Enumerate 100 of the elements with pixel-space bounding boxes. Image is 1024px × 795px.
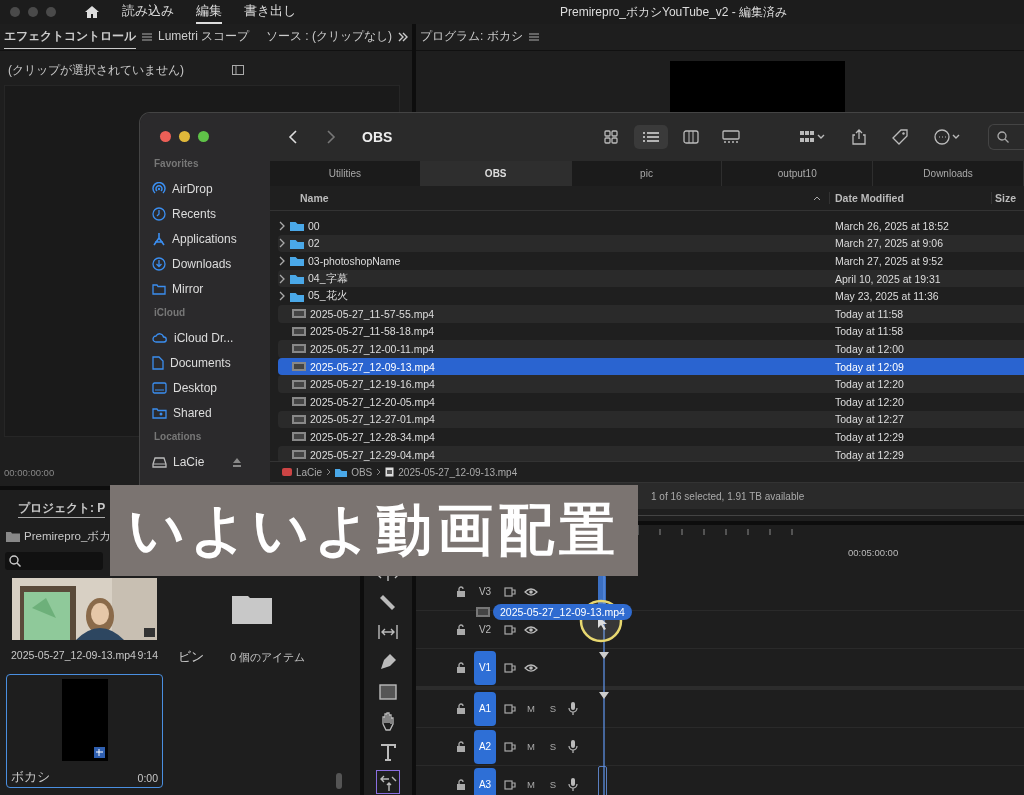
sequence-item[interactable]: ボカシ 0:00 bbox=[6, 674, 163, 788]
file-row[interactable]: 2025-05-27_12-27-01.mp4 Today at 12:27 bbox=[278, 410, 1024, 429]
solo-toggle[interactable]: S bbox=[546, 741, 560, 752]
sidebar-heading: iCloud bbox=[154, 307, 187, 320]
file-name: 2025-05-27_12-28-34.mp4 bbox=[310, 430, 435, 443]
mute-toggle[interactable]: M bbox=[524, 779, 538, 790]
date-modified: Today at 12:20 bbox=[834, 395, 904, 408]
workspace-tab[interactable]: 書き出し bbox=[244, 0, 296, 24]
window-title: Premirepro_ボカシYouTube_v2 - 編集済み bbox=[560, 3, 788, 21]
date-modified: Today at 12:27 bbox=[834, 413, 904, 426]
panel-tab[interactable]: プロジェクト: P bbox=[18, 501, 106, 518]
mute-toggle[interactable]: M bbox=[524, 741, 538, 752]
empty-selection-message: (クリップが選択されていません) bbox=[8, 61, 184, 79]
file-row[interactable]: 02 March 27, 2025 at 9:06 bbox=[278, 234, 1024, 253]
file-name: 2025-05-27_12-00-11.mp4 bbox=[310, 342, 435, 355]
item-duration: 0:00 bbox=[137, 771, 158, 784]
panel-tab[interactable]: エフェクトコントロール bbox=[4, 25, 136, 49]
date-modified: April 10, 2025 at 19:31 bbox=[834, 272, 941, 285]
sidebar-item[interactable]: Desktop bbox=[173, 380, 218, 395]
date-modified: Today at 12:29 bbox=[834, 430, 904, 443]
file-row[interactable]: 2025-05-27_11-58-18.mp4 Today at 11:58 bbox=[278, 322, 1024, 341]
date-modified: Today at 11:58 bbox=[834, 307, 904, 320]
solo-toggle[interactable]: S bbox=[546, 779, 560, 790]
date-modified: Today at 11:58 bbox=[834, 325, 904, 338]
track-target-toggle[interactable]: A1 bbox=[474, 691, 496, 726]
item-name: ビン bbox=[178, 649, 204, 666]
date-modified: Today at 12:20 bbox=[834, 378, 904, 391]
track-target-toggle[interactable]: A3 bbox=[474, 767, 496, 795]
file-name: 2025-05-27_12-29-04.mp4 bbox=[310, 448, 435, 461]
column-header[interactable]: Size bbox=[995, 192, 1016, 204]
file-row[interactable]: 2025-05-27_12-28-34.mp4 Today at 12:29 bbox=[278, 428, 1024, 446]
workspace-tab[interactable]: 読み込み bbox=[122, 0, 174, 24]
panel-tab[interactable]: Lumetri スコープ bbox=[158, 25, 250, 49]
column-header[interactable]: Date Modified bbox=[835, 192, 904, 204]
finder-tab[interactable]: output10 bbox=[722, 161, 874, 186]
track-target-toggle[interactable]: V3 bbox=[474, 574, 496, 609]
project-path: Premirepro_ボカ bbox=[24, 528, 112, 544]
file-row[interactable]: 04_字幕 April 10, 2025 at 19:31 bbox=[278, 269, 1024, 288]
date-modified: Today at 12:09 bbox=[834, 360, 904, 373]
clip-item[interactable]: 2025-05-27_12-09-13.mp49:14 bbox=[6, 576, 163, 668]
date-modified: Today at 12:00 bbox=[834, 342, 904, 355]
file-name: 00 bbox=[308, 219, 320, 232]
sidebar-item[interactable]: iCloud Dr... bbox=[174, 330, 234, 345]
sidebar-item[interactable]: Documents bbox=[170, 355, 231, 370]
finder-tab[interactable]: Utilities bbox=[270, 161, 421, 186]
sidebar-item[interactable]: Mirror bbox=[172, 281, 204, 296]
item-name: 2025-05-27_12-09-13.mp4 bbox=[11, 649, 136, 661]
sidebar-item[interactable]: Shared bbox=[173, 405, 212, 420]
date-modified: Today at 12:29 bbox=[834, 448, 904, 461]
caption-overlay: いよいよ動画配置 bbox=[110, 485, 638, 576]
file-row[interactable]: 2025-05-27_12-20-05.mp4 Today at 12:20 bbox=[278, 392, 1024, 411]
file-name: 02 bbox=[308, 237, 320, 250]
file-name: 04_字幕 bbox=[308, 271, 348, 286]
file-row[interactable]: 2025-05-27_12-19-16.mp4 Today at 12:20 bbox=[278, 375, 1024, 393]
file-row[interactable]: 05_花火 May 23, 2025 at 11:36 bbox=[278, 287, 1024, 305]
item-duration: 9:14 bbox=[137, 649, 158, 661]
sidebar-heading: Locations bbox=[154, 431, 203, 444]
sidebar-item[interactable]: LaCie bbox=[173, 454, 205, 469]
track-target-toggle[interactable]: A2 bbox=[474, 729, 496, 764]
ruler-timecode: 00:05:00:00 bbox=[848, 547, 899, 558]
track-target-toggle[interactable]: V2 bbox=[474, 612, 496, 647]
sidebar-item[interactable]: Applications bbox=[172, 231, 237, 246]
panel-tab[interactable]: ソース : (クリップなし) bbox=[266, 25, 392, 49]
sidebar-item[interactable]: Downloads bbox=[172, 256, 232, 271]
date-modified: May 23, 2025 at 11:36 bbox=[834, 290, 939, 303]
file-name: 2025-05-27_12-19-16.mp4 bbox=[310, 378, 435, 391]
bin-item[interactable]: ビン 0 個のアイテム bbox=[173, 576, 330, 668]
sidebar-item[interactable]: AirDrop bbox=[172, 181, 213, 196]
timecode: 00:00:00:00 bbox=[4, 467, 55, 478]
finder-tab[interactable]: OBS bbox=[420, 161, 572, 186]
file-row[interactable]: 2025-05-27_11-57-55.mp4 Today at 11:58 bbox=[278, 304, 1024, 323]
mute-toggle[interactable]: M bbox=[524, 703, 538, 714]
path-item[interactable]: LaCie bbox=[296, 466, 323, 478]
finder-tab[interactable]: pic bbox=[571, 161, 723, 186]
date-modified: March 27, 2025 at 9:06 bbox=[834, 237, 943, 250]
path-item[interactable]: 2025-05-27_12-09-13.mp4 bbox=[398, 466, 518, 478]
file-name: 03-photoshopName bbox=[308, 255, 401, 267]
track-target-toggle[interactable]: V1 bbox=[474, 650, 496, 685]
column-header[interactable]: Name bbox=[300, 192, 329, 204]
file-row[interactable]: 2025-05-27_12-29-04.mp4 Today at 12:29 bbox=[278, 445, 1024, 461]
folder-title: OBS bbox=[362, 129, 393, 145]
panel-title: プログラム: ボカシ bbox=[420, 28, 523, 45]
sidebar-item[interactable]: Recents bbox=[172, 206, 217, 221]
sidebar-heading: Favorites bbox=[154, 158, 200, 171]
item-name: ボカシ bbox=[11, 769, 50, 786]
item-count: 0 個のアイテム bbox=[230, 650, 305, 665]
solo-toggle[interactable]: S bbox=[546, 703, 560, 714]
finder-tab[interactable]: Downloads bbox=[873, 161, 1024, 186]
file-name: 2025-05-27_11-57-55.mp4 bbox=[310, 307, 435, 320]
file-row[interactable]: 2025-05-27_12-00-11.mp4 Today at 12:00 bbox=[278, 340, 1024, 358]
path-item[interactable]: OBS bbox=[351, 466, 373, 478]
date-modified: March 26, 2025 at 18:52 bbox=[834, 219, 949, 232]
file-name: 2025-05-27_12-20-05.mp4 bbox=[310, 395, 435, 408]
file-row[interactable]: 00 March 26, 2025 at 18:52 bbox=[278, 217, 1024, 235]
file-name: 2025-05-27_12-27-01.mp4 bbox=[310, 413, 435, 426]
dragged-clip[interactable]: 2025-05-27_12-09-13.mp4 bbox=[493, 604, 632, 620]
date-modified: March 27, 2025 at 9:52 bbox=[834, 255, 943, 267]
file-row[interactable]: 03-photoshopName March 27, 2025 at 9:52 bbox=[278, 252, 1024, 270]
file-name: 2025-05-27_12-09-13.mp4 bbox=[310, 360, 435, 373]
file-name: 2025-05-27_11-58-18.mp4 bbox=[310, 325, 435, 338]
